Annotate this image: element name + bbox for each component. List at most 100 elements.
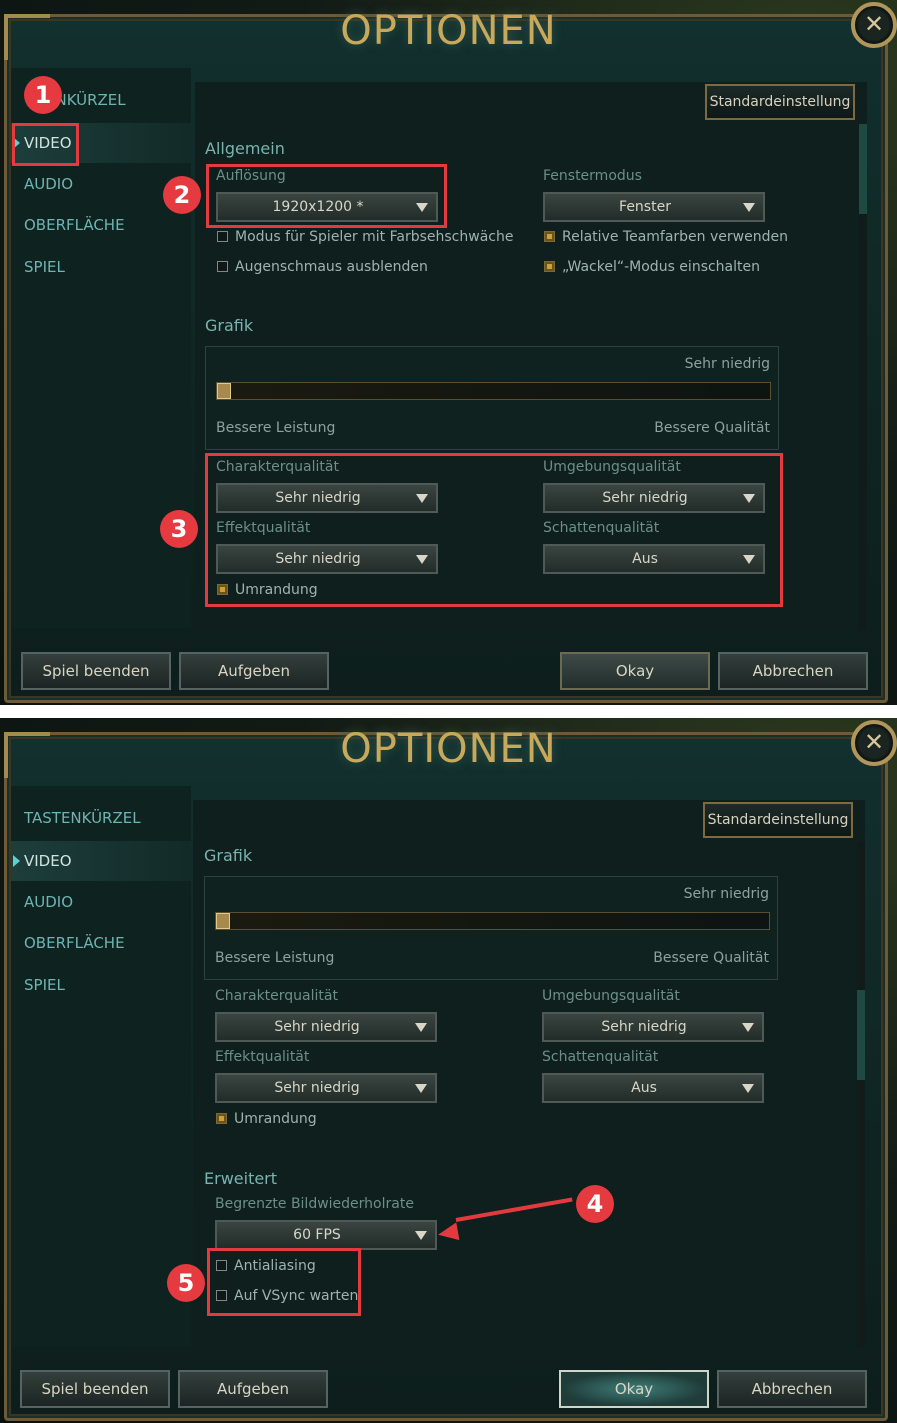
section-advanced-heading: Erweitert [204, 1169, 278, 1188]
sidebar-item-interface[interactable]: OBERFLÄCHE [11, 923, 191, 963]
checkbox-label: Modus für Spieler mit Farbsehschwäche [235, 229, 514, 245]
character-quality-dropdown[interactable]: Sehr niedrig [215, 1012, 437, 1042]
chevron-down-icon [743, 203, 755, 212]
checkbox-label: Relative Teamfarben verwenden [562, 229, 788, 245]
highlight-box-quality [205, 453, 783, 607]
annotation-badge-1: 1 [24, 76, 62, 114]
section-general-heading: Allgemein [205, 139, 285, 158]
checkbox-label: Umrandung [234, 1111, 317, 1127]
checkbox-box [217, 261, 228, 272]
cancel-button[interactable]: Abbrechen [718, 652, 868, 690]
chevron-down-icon [742, 1084, 754, 1093]
quit-game-button[interactable]: Spiel beenden [21, 652, 171, 690]
framerate-cap-dropdown[interactable]: 60 FPS [215, 1220, 437, 1250]
options-window-bottom: OPTIONEN ✕ TASTENKÜRZEL VIDEO AUDIO OBER… [0, 718, 897, 1423]
window-mode-label: Fenstermodus [543, 168, 642, 184]
window-title: OPTIONEN [340, 726, 557, 772]
section-graphics-heading: Grafik [205, 316, 254, 335]
checkbox-box [544, 261, 555, 272]
dropdown-value: 60 FPS [293, 1227, 341, 1243]
surrender-button[interactable]: Aufgeben [178, 1370, 328, 1408]
checkbox-box [216, 1113, 227, 1124]
sidebar-item-label: OBERFLÄCHE [24, 216, 125, 234]
chevron-down-icon [415, 1231, 427, 1240]
team-colors-checkbox[interactable]: Relative Teamfarben verwenden [544, 229, 788, 245]
graphics-preset-box: Sehr niedrig Bessere Leistung Bessere Qu… [205, 346, 779, 450]
sidebar-item-label: TASTENKÜRZEL [24, 809, 141, 827]
options-window-top: OPTIONEN ✕ ENKÜRZEL VIDEO AUDIO OBERFLÄC… [0, 0, 897, 705]
sidebar-item-label: AUDIO [24, 893, 74, 911]
close-icon[interactable]: ✕ [851, 720, 897, 766]
sidebar: TASTENKÜRZEL VIDEO AUDIO OBERFLÄCHE SPIE… [11, 786, 191, 1346]
quality-slider[interactable] [216, 382, 771, 400]
environment-quality-label: Umgebungsqualität [542, 988, 680, 1004]
sidebar-item-audio[interactable]: AUDIO [11, 882, 191, 922]
highlight-box-video [12, 123, 79, 166]
section-graphics-heading: Grafik [204, 846, 253, 865]
slider-handle[interactable] [216, 913, 230, 929]
checkbox-label: Augenschmaus ausblenden [235, 259, 428, 275]
sidebar-item-hotkeys[interactable]: TASTENKÜRZEL [11, 798, 191, 838]
highlight-box-aa-vsync [207, 1248, 361, 1316]
sidebar-item-label: SPIEL [24, 976, 65, 994]
okay-button[interactable]: Okay [560, 652, 710, 690]
window-mode-dropdown[interactable]: Fenster [543, 192, 765, 222]
quality-slider[interactable] [215, 912, 770, 930]
colorblind-checkbox[interactable]: Modus für Spieler mit Farbsehschwäche [217, 229, 513, 245]
better-quality-label: Bessere Qualität [653, 950, 769, 966]
cancel-button[interactable]: Abbrechen [717, 1370, 867, 1408]
annotation-badge-4: 4 [576, 1185, 614, 1223]
eye-candy-checkbox[interactable]: Augenschmaus ausblenden [217, 259, 428, 275]
better-performance-label: Bessere Leistung [215, 950, 335, 966]
quit-game-button[interactable]: Spiel beenden [20, 1370, 170, 1408]
annotation-badge-2: 2 [163, 176, 201, 214]
effects-quality-label: Effektqualität [215, 1049, 310, 1065]
preset-value: Sehr niedrig [684, 356, 770, 372]
wobble-mode-checkbox[interactable]: „Wackel“-Modus einschalten [544, 259, 760, 275]
sidebar-item-label: VIDEO [24, 852, 72, 870]
checkbox-box [544, 231, 555, 242]
outline-checkbox[interactable]: Umrandung [216, 1111, 317, 1127]
graphics-preset-box: Sehr niedrig Bessere Leistung Bessere Qu… [204, 876, 778, 980]
scrollbar[interactable] [857, 842, 865, 1348]
scrollbar[interactable] [859, 124, 867, 630]
active-arrow-icon [13, 855, 20, 867]
better-quality-label: Bessere Qualität [654, 420, 770, 436]
window-title: OPTIONEN [340, 8, 557, 54]
default-settings-button[interactable]: Standardeinstellung [703, 802, 853, 838]
okay-button[interactable]: Okay [559, 1370, 709, 1408]
dropdown-value: Sehr niedrig [274, 1019, 360, 1035]
environment-quality-dropdown[interactable]: Sehr niedrig [542, 1012, 764, 1042]
scrollbar-thumb[interactable] [857, 990, 865, 1080]
dropdown-value: Sehr niedrig [274, 1080, 360, 1096]
surrender-button[interactable]: Aufgeben [179, 652, 329, 690]
sidebar-item-video[interactable]: VIDEO [11, 841, 191, 881]
close-icon[interactable]: ✕ [851, 2, 897, 48]
sidebar-item-label: AUDIO [24, 175, 74, 193]
dropdown-value: Aus [631, 1080, 657, 1096]
preset-value: Sehr niedrig [683, 886, 769, 902]
annotation-badge-3: 3 [160, 510, 198, 548]
shadow-quality-label: Schattenqualität [542, 1049, 659, 1065]
chevron-down-icon [742, 1023, 754, 1032]
sidebar-item-label: SPIEL [24, 258, 65, 276]
checkbox-label: „Wackel“-Modus einschalten [562, 259, 760, 275]
shadow-quality-dropdown[interactable]: Aus [542, 1073, 764, 1103]
annotation-arrow-head-icon [436, 1222, 460, 1244]
scrollbar-thumb[interactable] [859, 124, 867, 214]
chevron-down-icon [415, 1084, 427, 1093]
default-settings-button[interactable]: Standardeinstellung [705, 84, 855, 120]
sidebar-item-game[interactable]: SPIEL [11, 247, 191, 287]
highlight-box-resolution [206, 164, 447, 228]
sidebar-item-game[interactable]: SPIEL [11, 965, 191, 1005]
chevron-down-icon [415, 1023, 427, 1032]
framerate-cap-label: Begrenzte Bildwiederholrate [215, 1196, 414, 1212]
better-performance-label: Bessere Leistung [216, 420, 336, 436]
effects-quality-dropdown[interactable]: Sehr niedrig [215, 1073, 437, 1103]
character-quality-label: Charakterqualität [215, 988, 338, 1004]
sidebar-item-label: OBERFLÄCHE [24, 934, 125, 952]
sidebar-item-interface[interactable]: OBERFLÄCHE [11, 205, 191, 245]
checkbox-box [217, 231, 228, 242]
dropdown-value: Fenster [619, 199, 671, 215]
slider-handle[interactable] [217, 383, 231, 399]
